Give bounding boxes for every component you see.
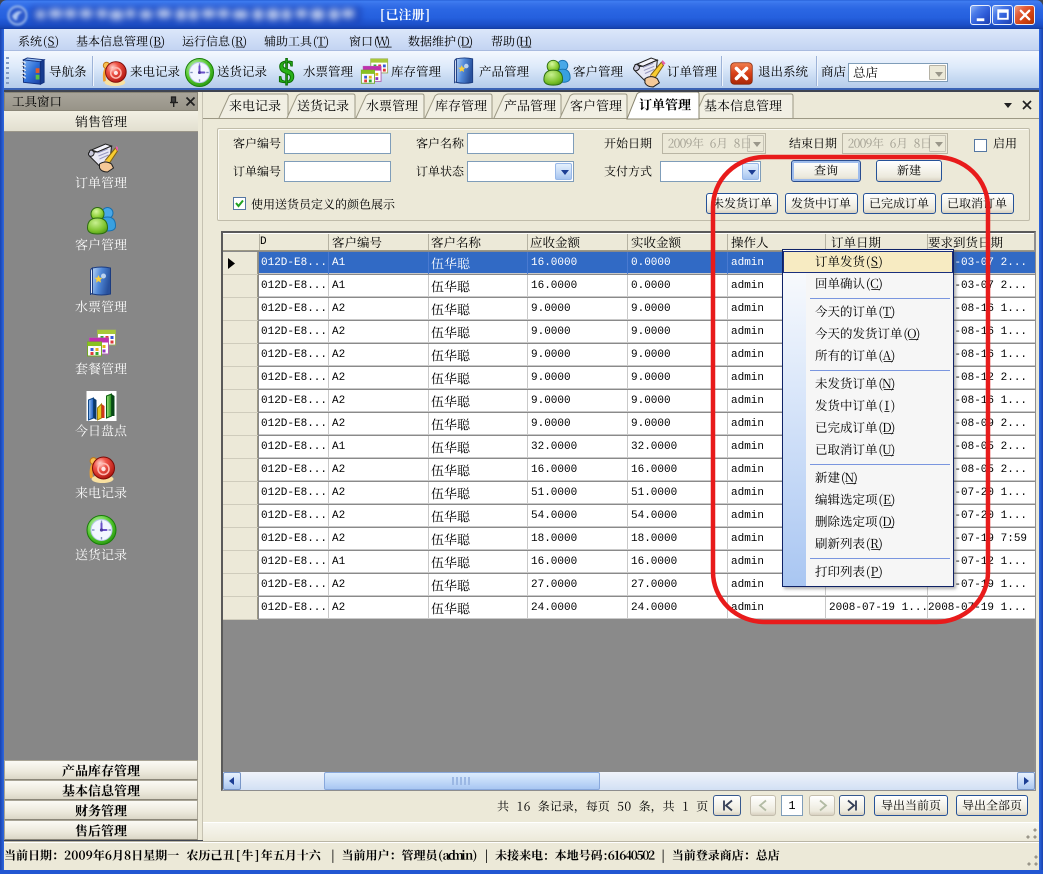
svg-text:$: $ bbox=[278, 56, 294, 88]
